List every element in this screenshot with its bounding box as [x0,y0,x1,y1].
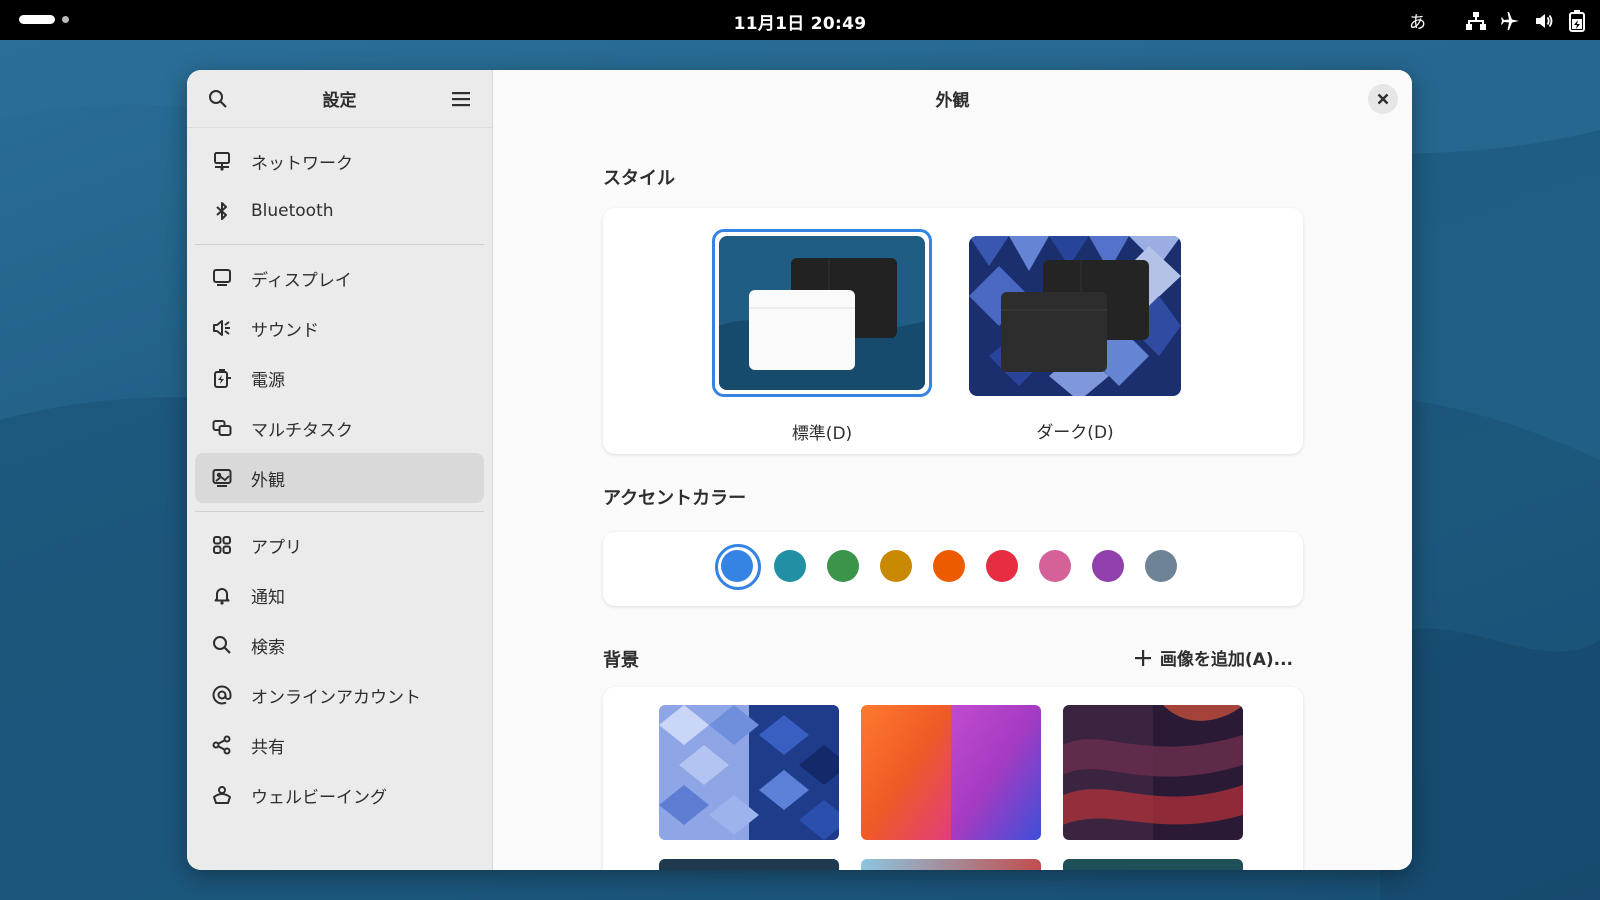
sidebar-item-display[interactable]: ディスプレイ [195,253,484,303]
clock-text: 11月1日 20:49 [733,14,867,34]
accent-swatch-red[interactable] [986,550,1018,582]
appearance-icon [211,467,233,489]
page-title: 外観 [935,91,970,111]
background-header: 背景 画像を追加(A)... [603,646,1293,672]
accent-swatches [715,544,1177,590]
search-icon [209,89,227,108]
sidebar-item-label: 通知 [251,587,285,608]
sidebar-item-sound[interactable]: サウンド [195,303,484,353]
sidebar-item-label: 共有 [251,737,285,758]
background-card [603,687,1303,870]
display-icon [211,267,233,289]
sidebar-title: 設定 [322,91,357,111]
style-option-label: 標準(D) [791,424,853,444]
search-button[interactable] [203,84,233,114]
wallpaper-thumbnail-waves[interactable] [1063,705,1243,840]
sidebar-header: 設定 [187,70,492,128]
sidebar: 設定 ネットワーク Bluetooth ディスプレイ サウンド 電源 マルチタス… [187,70,493,870]
network-wired-icon [1466,11,1486,31]
network-icon [211,150,233,172]
style-card: 標準(D) ダーク(D) [603,208,1303,454]
plus-icon [1134,649,1151,666]
sidebar-item-multitasking[interactable]: マルチタスク [195,403,484,453]
sidebar-item-appearance[interactable]: 外観 [195,453,484,503]
sidebar-item-bluetooth[interactable]: Bluetooth [195,186,484,236]
sidebar-item-label: Bluetooth [251,201,334,221]
close-icon [1377,93,1389,105]
airplane-mode-icon [1500,11,1520,31]
sidebar-item-label: サウンド [251,320,319,341]
sound-icon [211,317,233,339]
sidebar-item-label: マルチタスク [251,420,353,441]
sidebar-item-sharing[interactable]: 共有 [195,720,484,770]
sidebar-item-label: オンラインアカウント [251,687,421,708]
sidebar-item-label: 電源 [251,370,285,391]
hamburger-menu-icon [452,91,470,106]
sidebar-item-label: ウェルビーイング [251,787,387,808]
at-icon [211,684,233,706]
sidebar-item-label: ネットワーク [251,153,353,174]
sidebar-item-online-accounts[interactable]: オンラインアカウント [195,670,484,720]
accent-swatch-blue[interactable] [715,544,761,590]
wallpaper-thumbnail-blocks[interactable] [659,705,839,840]
style-section-label: スタイル [603,168,675,189]
system-tray[interactable]: あ [1409,8,1586,33]
wallpaper-thumbnail-row2-2[interactable] [861,859,1041,870]
sidebar-item-power[interactable]: 電源 [195,353,484,403]
battery-charging-icon [1568,9,1586,32]
accent-swatch-purple[interactable] [1092,550,1124,582]
share-icon [211,734,233,756]
sidebar-separator [195,511,484,512]
sidebar-separator [195,244,484,245]
close-button[interactable] [1368,84,1398,114]
sidebar-nav: ネットワーク Bluetooth ディスプレイ サウンド 電源 マルチタスク 外… [187,128,492,820]
sidebar-item-label: 外観 [251,470,285,491]
accent-swatch-teal[interactable] [774,550,806,582]
default-style-preview [719,236,925,390]
apps-icon [211,534,233,556]
accent-swatch-pink[interactable] [1039,550,1071,582]
dark-style-preview [969,236,1181,396]
accent-swatch-green[interactable] [827,550,859,582]
settings-window: 設定 ネットワーク Bluetooth ディスプレイ サウンド 電源 マルチタス… [187,70,1412,870]
sidebar-item-label: 検索 [251,637,285,658]
sidebar-item-label: アプリ [251,537,302,558]
top-bar: 11月1日 20:49 あ [0,0,1600,40]
accent-swatch-orange[interactable] [933,550,965,582]
accent-swatch-yellow[interactable] [880,550,912,582]
selection-frame [712,229,932,397]
add-image-button[interactable]: 画像を追加(A)... [1134,645,1293,670]
style-option-dark[interactable]: ダーク(D) [969,236,1181,443]
main-menu-button[interactable] [446,84,476,114]
multitasking-icon [211,417,233,439]
sidebar-item-label: ディスプレイ [251,270,352,291]
wallpaper-thumbnail-row2-3[interactable] [1063,859,1243,870]
input-method-indicator[interactable]: あ [1409,8,1426,33]
sidebar-item-network[interactable]: ネットワーク [195,136,484,186]
accent-swatch-slate[interactable] [1145,550,1177,582]
sidebar-item-search[interactable]: 検索 [195,620,484,670]
power-icon [211,367,233,389]
bluetooth-icon [211,200,233,222]
wallpaper-thumbnail-row2-1[interactable] [659,859,839,870]
bell-icon [211,584,233,606]
sidebar-item-apps[interactable]: アプリ [195,520,484,570]
clock[interactable]: 11月1日 20:49 [0,9,1600,34]
style-option-label: ダーク(D) [1036,423,1114,443]
search-icon [211,634,233,656]
add-image-label: 画像を追加(A)... [1159,650,1293,670]
style-option-default[interactable]: 標準(D) [712,229,932,444]
accent-color-card [603,532,1303,606]
accent-section-label: アクセントカラー [603,488,747,509]
wallpaper-thumbnail-gradient[interactable] [861,705,1041,840]
sidebar-item-notifications[interactable]: 通知 [195,570,484,620]
wellbeing-icon [211,784,233,806]
volume-icon [1534,11,1554,31]
main-panel: 外観 スタイル 標準(D) ダーク(D) アクセントカラー 背景 画像を追加(A… [493,70,1412,870]
sidebar-item-wellbeing[interactable]: ウェルビーイング [195,770,484,820]
